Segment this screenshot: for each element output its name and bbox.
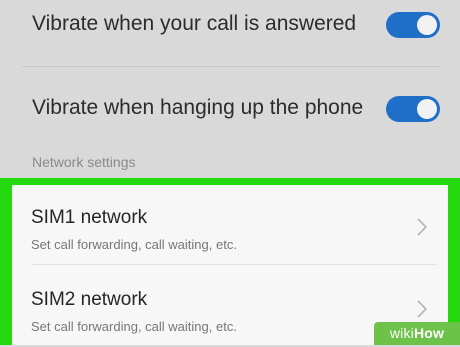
vibrate-answered-label: Vibrate when your call is answered — [32, 12, 357, 35]
vibrate-hangup-row[interactable]: Vibrate when hanging up the phone — [0, 67, 460, 141]
sim1-network-subtitle: Set call forwarding, call waiting, etc. — [31, 237, 237, 252]
sim1-network-item[interactable]: SIM1 network Set call forwarding, call w… — [12, 185, 448, 265]
sim2-network-subtitle: Set call forwarding, call waiting, etc. — [31, 319, 237, 334]
vibrate-answered-toggle[interactable] — [386, 12, 440, 38]
toggle-knob — [417, 15, 437, 35]
vibrate-answered-row[interactable]: Vibrate when your call is answered — [0, 0, 460, 74]
vibrate-hangup-toggle[interactable] — [386, 96, 440, 122]
sim1-network-title: SIM1 network — [31, 207, 148, 228]
item-divider — [31, 264, 437, 265]
wikihow-watermark: wikiHow — [374, 322, 460, 345]
vibrate-hangup-label: Vibrate when hanging up the phone — [32, 96, 364, 119]
watermark-part2: How — [413, 325, 445, 341]
sim2-network-title: SIM2 network — [31, 289, 148, 310]
network-settings-panel: SIM1 network Set call forwarding, call w… — [12, 185, 448, 345]
network-settings-header: Network settings — [32, 154, 136, 170]
watermark-part1: wiki — [389, 325, 414, 341]
highlight-frame: SIM1 network Set call forwarding, call w… — [0, 178, 460, 345]
toggle-knob — [417, 99, 437, 119]
chevron-right-icon — [417, 218, 428, 236]
chevron-right-icon — [417, 300, 428, 318]
